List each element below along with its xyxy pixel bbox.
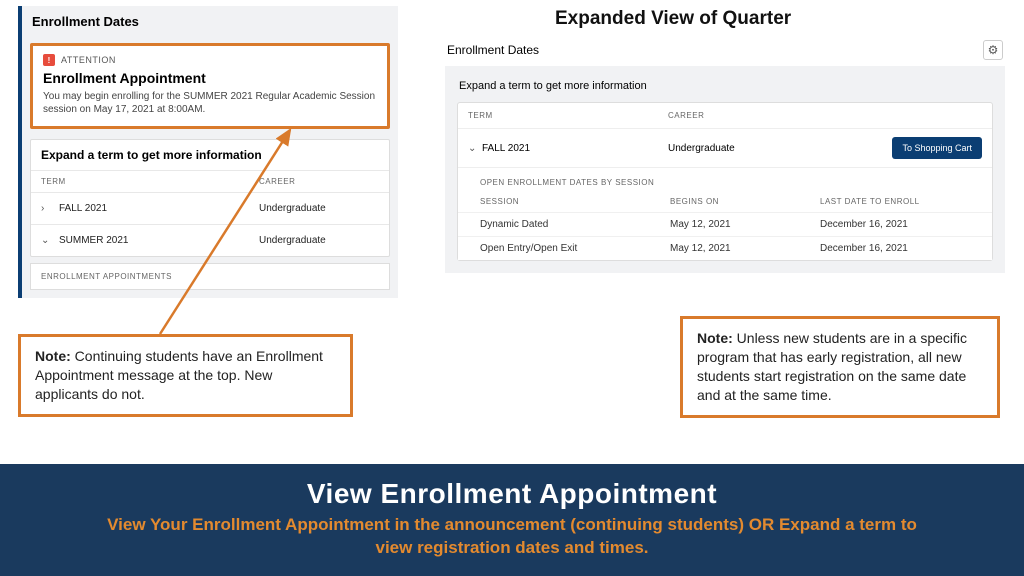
attention-heading: Enrollment Appointment [43, 70, 377, 86]
col-session: SESSION [480, 197, 670, 206]
chevron-right-icon: › [41, 203, 55, 214]
col-begins-on: BEGINS ON [670, 197, 820, 206]
enrollment-appointment-alert: ! ATTENTION Enrollment Appointment You m… [30, 43, 390, 129]
term-name: FALL 2021 [55, 203, 259, 214]
expand-instruction: Expand a term to get more information [457, 76, 993, 102]
chevron-down-icon: ⌄ [468, 143, 482, 154]
session-column-headers: SESSION BEGINS ON LAST DATE TO ENROLL [458, 193, 992, 212]
attention-label: ATTENTION [61, 55, 116, 65]
session-row: Open Entry/Open Exit May 12, 2021 Decemb… [458, 236, 992, 260]
chevron-down-icon: ⌄ [41, 235, 55, 246]
session-name: Dynamic Dated [480, 219, 670, 230]
col-term: TERM [41, 177, 259, 186]
col-last-date: LAST DATE TO ENROLL [820, 197, 982, 206]
attention-body: You may begin enrolling for the SUMMER 2… [43, 90, 377, 116]
settings-button[interactable]: ⚙ [983, 40, 1003, 60]
to-shopping-cart-button[interactable]: To Shopping Cart [892, 137, 982, 159]
term-row-fall-expanded[interactable]: ⌄ FALL 2021 Undergraduate To Shopping Ca… [458, 128, 992, 167]
session-begins: May 12, 2021 [670, 219, 820, 230]
banner-subtext: View Your Enrollment Appointment in the … [0, 510, 1024, 560]
panel-title: Enrollment Dates [22, 6, 398, 39]
session-begins: May 12, 2021 [670, 243, 820, 254]
expanded-view-heading: Expanded View of Quarter [555, 8, 791, 30]
session-last: December 16, 2021 [820, 243, 982, 254]
attention-icon: ! [43, 54, 55, 66]
note-continuing-students: Note: Continuing students have an Enroll… [18, 334, 353, 417]
col-term: TERM [468, 111, 668, 120]
term-career: Undergraduate [259, 235, 379, 246]
term-row-fall[interactable]: › FALL 2021 Undergraduate [31, 192, 389, 224]
term-list: Expand a term to get more information TE… [30, 139, 390, 257]
gear-icon: ⚙ [988, 43, 999, 57]
col-career: CAREER [668, 111, 982, 120]
expand-instruction: Expand a term to get more information [31, 140, 389, 170]
note-label: Note: [697, 330, 733, 346]
term-name: FALL 2021 [482, 143, 668, 154]
enrollment-dates-panel-left: Enrollment Dates ! ATTENTION Enrollment … [18, 6, 398, 298]
session-name: Open Entry/Open Exit [480, 243, 670, 254]
bottom-banner: View Enrollment Appointment View Your En… [0, 464, 1024, 576]
note-new-students: Note: Unless new students are in a speci… [680, 316, 1000, 418]
term-column-headers: TERM CAREER [458, 103, 992, 128]
note-label: Note: [35, 348, 71, 364]
session-row: Dynamic Dated May 12, 2021 December 16, … [458, 212, 992, 236]
enrollment-dates-panel-right: Enrollment Dates ⚙ Expand a term to get … [445, 38, 1005, 273]
enrollment-appointments-header: ENROLLMENT APPOINTMENTS [30, 263, 390, 290]
panel-title: Enrollment Dates [447, 43, 539, 57]
term-career: Undergraduate [259, 203, 379, 214]
col-career: CAREER [259, 177, 379, 186]
note-text: Unless new students are in a specific pr… [697, 330, 967, 403]
session-last: December 16, 2021 [820, 219, 982, 230]
banner-heading: View Enrollment Appointment [0, 478, 1024, 510]
note-text: Continuing students have an Enrollment A… [35, 348, 323, 402]
term-row-summer[interactable]: ⌄ SUMMER 2021 Undergraduate [31, 224, 389, 256]
term-career: Undergraduate [668, 143, 892, 154]
term-column-headers: TERM CAREER [31, 170, 389, 192]
term-name: SUMMER 2021 [55, 235, 259, 246]
open-enrollment-subheading: OPEN ENROLLMENT DATES BY SESSION [458, 167, 992, 193]
